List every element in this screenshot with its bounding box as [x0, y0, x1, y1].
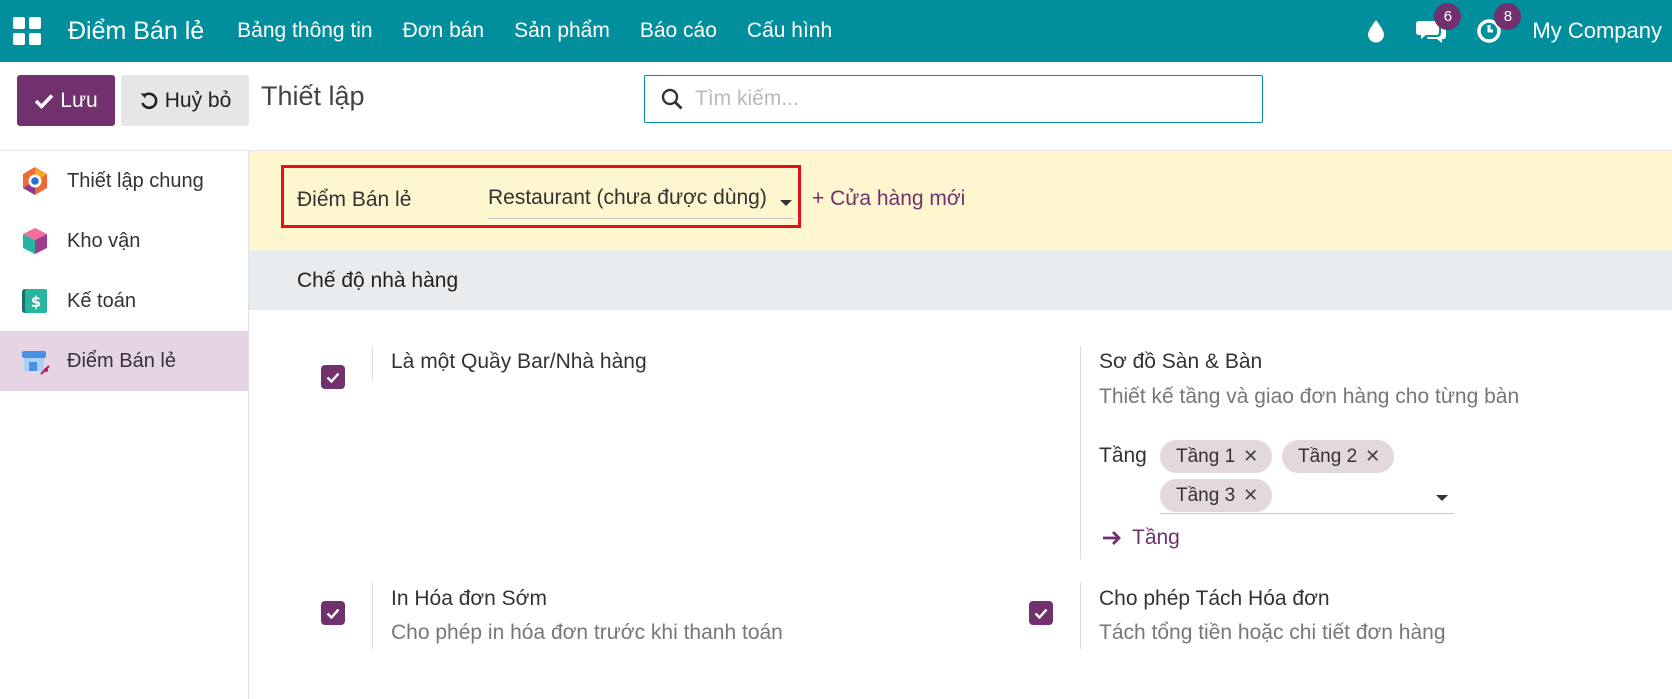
pos-selector-label: Điểm Bán lẻ [297, 188, 412, 211]
apps-menu-icon[interactable] [13, 17, 41, 45]
check-icon [1034, 608, 1048, 619]
floor-plan-title: Sơ đồ Sàn & Bàn [1099, 350, 1263, 373]
systray: 6 8 My Company [1366, 0, 1662, 62]
sidebar-item-inventory[interactable]: Kho vận [0, 211, 248, 271]
split-bill-checkbox[interactable] [1029, 601, 1053, 625]
messages-icon[interactable]: 6 [1416, 3, 1462, 46]
activities-badge: 8 [1494, 3, 1522, 30]
remove-tag-icon[interactable]: ✕ [1243, 485, 1258, 506]
menu-item-orders[interactable]: Đơn bán [388, 19, 500, 43]
floor-tag-label: Tầng 2 [1298, 445, 1358, 467]
menu-item-reporting[interactable]: Báo cáo [625, 19, 732, 43]
sidebar-item-general-settings[interactable]: Thiết lập chung [0, 151, 248, 211]
section-title: Chế độ nhà hàng [297, 269, 459, 292]
bar-restaurant-title: Là một Quầy Bar/Nhà hàng [391, 350, 647, 373]
app-name[interactable]: Điểm Bán lẻ [68, 17, 204, 46]
svg-text:$: $ [31, 293, 41, 311]
search-bar [644, 75, 1263, 123]
activities-icon[interactable]: 8 [1476, 3, 1522, 46]
search-input[interactable] [695, 87, 1215, 111]
split-bill-description: Tách tổng tiền hoặc chi tiết đơn hàng [1099, 621, 1446, 644]
divider [372, 582, 373, 649]
divider [372, 346, 373, 380]
top-navbar: Điểm Bán lẻ Bảng thông tin Đơn bán Sản p… [0, 0, 1672, 62]
caret-down-icon[interactable] [780, 200, 792, 206]
remove-tag-icon[interactable]: ✕ [1365, 446, 1380, 467]
bar-restaurant-checkbox[interactable] [321, 365, 345, 389]
floor-tag-label: Tầng 1 [1176, 445, 1236, 467]
save-button[interactable]: Lưu [17, 75, 115, 126]
floor-tag: Tầng 2 ✕ [1282, 440, 1395, 473]
check-icon [326, 608, 340, 619]
early-receipt-checkbox[interactable] [321, 601, 345, 625]
caret-down-icon[interactable] [1436, 495, 1448, 501]
remove-tag-icon[interactable]: ✕ [1243, 446, 1258, 467]
divider [1080, 346, 1081, 559]
split-bill-title: Cho phép Tách Hóa đơn [1099, 587, 1330, 610]
menu-item-configuration[interactable]: Cấu hình [732, 19, 847, 43]
accounting-icon: $ [20, 286, 50, 316]
main-menu: Bảng thông tin Đơn bán Sản phẩm Báo cáo … [222, 19, 847, 43]
floor-tag: Tầng 1 ✕ [1160, 440, 1273, 473]
check-icon [326, 372, 340, 383]
floors-link-label: Tầng [1132, 526, 1180, 549]
company-switcher[interactable]: My Company [1532, 18, 1662, 44]
menu-item-dashboard[interactable]: Bảng thông tin [222, 19, 387, 43]
sidebar-item-label: Thiết lập chung [67, 169, 204, 192]
menu-item-products[interactable]: Sản phẩm [499, 19, 625, 43]
floor-tag: Tầng 3 ✕ [1160, 479, 1273, 512]
inventory-icon [20, 226, 50, 256]
floor-tag-label: Tầng 3 [1176, 484, 1236, 506]
save-label: Lưu [60, 88, 98, 112]
sidebar-item-point-of-sale[interactable]: Điểm Bán lẻ [0, 331, 248, 391]
page-title: Thiết lập [261, 81, 365, 111]
search-icon [661, 88, 683, 110]
early-receipt-description: Cho phép in hóa đơn trước khi thanh toán [391, 621, 783, 644]
floors-link-button[interactable]: Tầng [1102, 526, 1180, 550]
droplet-icon[interactable] [1366, 16, 1386, 46]
sidebar-item-label: Kho vận [67, 229, 141, 252]
floors-input[interactable] [1160, 513, 1454, 514]
discard-button[interactable]: Huỷ bỏ [121, 75, 249, 126]
discard-label: Huỷ bỏ [164, 88, 232, 112]
sidebar-item-accounting[interactable]: $ Kế toán [0, 271, 248, 331]
check-icon [35, 93, 54, 109]
floor-plan-description: Thiết kế tầng và giao đơn hàng cho từng … [1099, 385, 1520, 408]
floors-label: Tầng [1099, 444, 1147, 467]
pos-select[interactable]: Restaurant (chưa được dùng) [488, 186, 794, 219]
early-receipt-title: In Hóa đơn Sớm [391, 587, 547, 610]
messages-badge: 6 [1434, 3, 1462, 30]
general-settings-icon [20, 166, 50, 196]
point-of-sale-icon [20, 346, 50, 376]
divider [1080, 582, 1081, 649]
sidebar-item-label: Kế toán [67, 289, 136, 312]
sidebar-item-label: Điểm Bán lẻ [67, 349, 176, 372]
section-header [249, 250, 1672, 310]
undo-icon [140, 91, 158, 109]
settings-sidebar: Thiết lập chung Kho vận $ Kế toán Điểm B… [0, 151, 249, 699]
new-shop-button[interactable]: + Cửa hàng mới [812, 187, 965, 211]
arrow-right-icon [1103, 531, 1121, 545]
